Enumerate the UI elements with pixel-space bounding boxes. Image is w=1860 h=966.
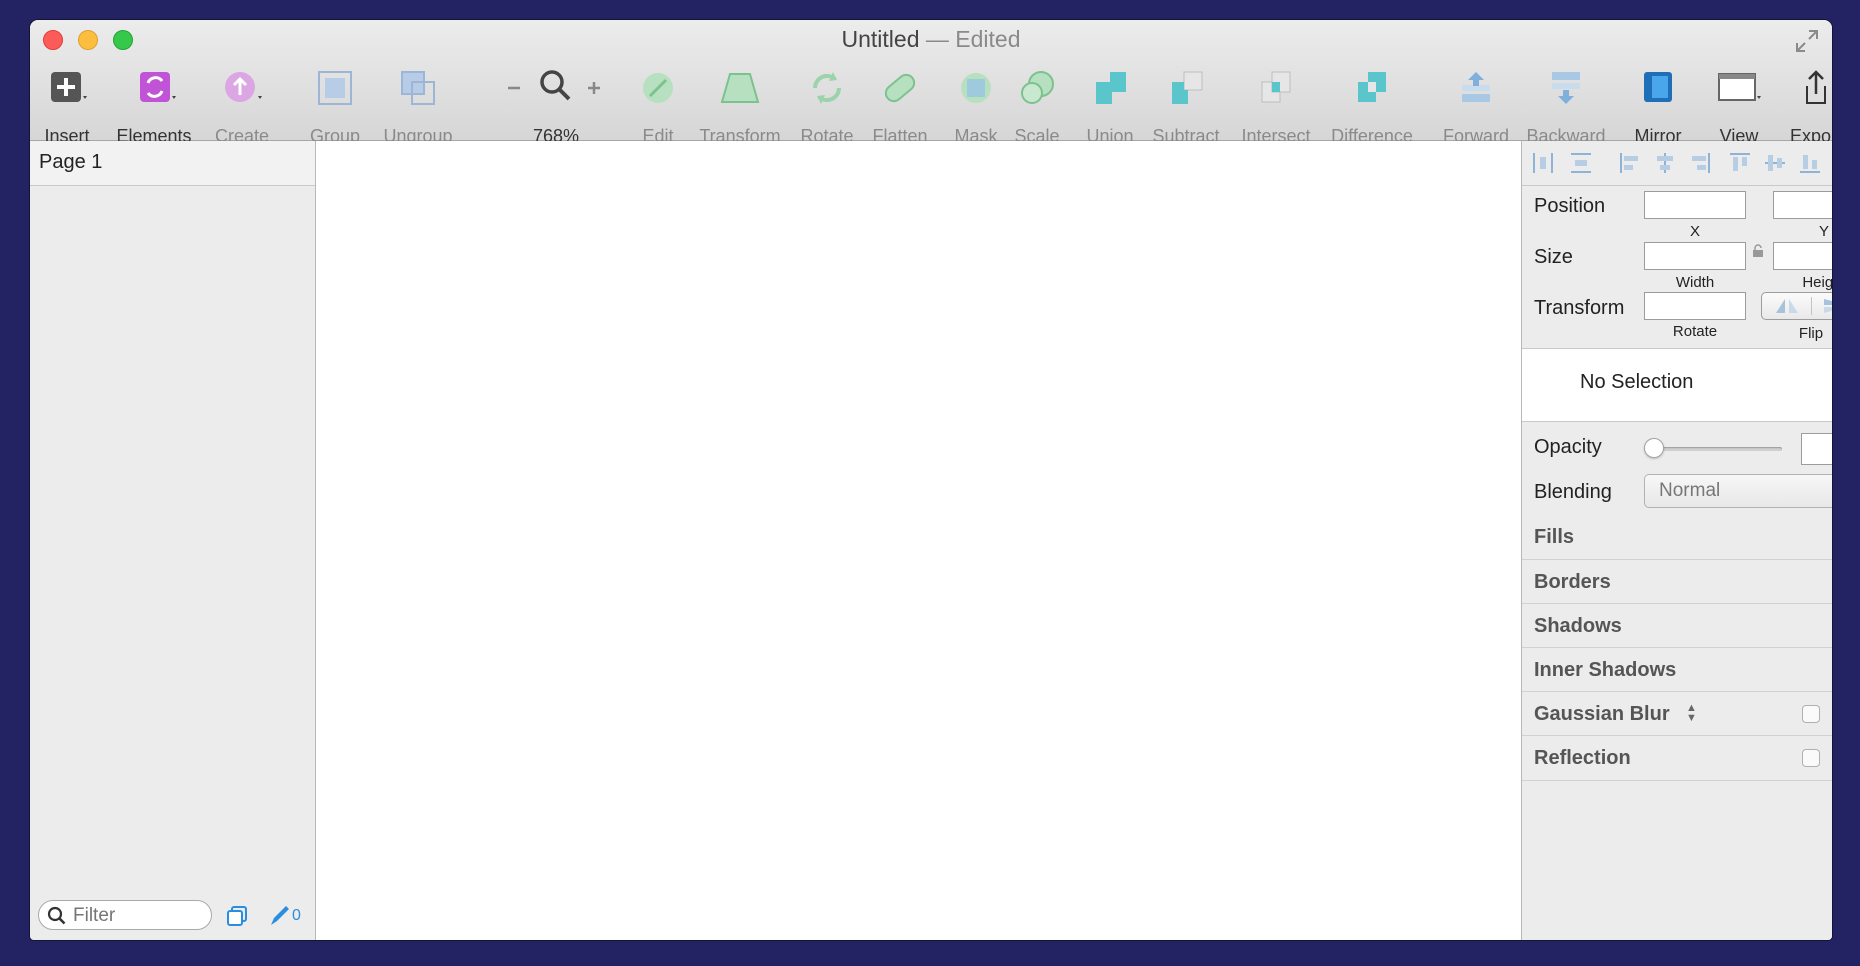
page-item[interactable]: Page 1 bbox=[30, 141, 315, 186]
section-reflection[interactable]: Reflection bbox=[1522, 735, 1832, 781]
opacity-slider-handle[interactable] bbox=[1644, 438, 1664, 458]
rotate-icon bbox=[812, 72, 842, 104]
difference-icon bbox=[1358, 72, 1386, 102]
edited-status: — Edited bbox=[925, 26, 1021, 52]
filter-input[interactable] bbox=[71, 904, 205, 928]
position-y-field[interactable] bbox=[1773, 191, 1832, 219]
zoom-out-icon[interactable] bbox=[506, 80, 522, 96]
transform-icon bbox=[720, 73, 760, 103]
mirror-device-icon bbox=[1644, 72, 1672, 102]
position-x-field[interactable] bbox=[1644, 191, 1746, 219]
section-gaussian-blur[interactable]: Gaussian Blur ▲ ▼ bbox=[1522, 691, 1832, 736]
backward-button[interactable]: Backward bbox=[1526, 66, 1606, 146]
opacity-slider-track[interactable] bbox=[1644, 447, 1782, 451]
align-right-icon[interactable] bbox=[1688, 151, 1712, 175]
create-icon bbox=[225, 72, 262, 102]
app-window: Untitled — Edited Insert Elements Create… bbox=[30, 20, 1832, 940]
width-caption: Width bbox=[1675, 274, 1715, 291]
flip-vertical-icon[interactable] bbox=[1820, 296, 1832, 316]
align-center-horizontal-icon[interactable] bbox=[1653, 151, 1677, 175]
lock-icon[interactable] bbox=[1752, 244, 1764, 258]
mask-icon bbox=[961, 73, 991, 103]
scale-icon bbox=[1021, 71, 1054, 104]
rotate-caption: Rotate bbox=[1672, 323, 1718, 340]
height-field[interactable] bbox=[1773, 242, 1832, 270]
flip-control bbox=[1761, 292, 1832, 320]
transform-label: Transform bbox=[1534, 297, 1625, 319]
blending-select[interactable]: Normal ▲▼ bbox=[1644, 474, 1832, 508]
edit-button[interactable]: Edit bbox=[636, 66, 680, 146]
send-backward-icon bbox=[1552, 72, 1580, 104]
flip-caption: Flip bbox=[1798, 325, 1824, 342]
ungroup-button[interactable]: Ungroup bbox=[383, 66, 453, 146]
view-window-icon bbox=[1718, 73, 1761, 101]
fullscreen-icon[interactable] bbox=[1794, 28, 1820, 54]
y-caption: Y bbox=[1818, 223, 1829, 240]
blending-label: Blending bbox=[1534, 481, 1612, 503]
duplicate-icon[interactable] bbox=[226, 905, 248, 927]
create-button[interactable]: Create bbox=[214, 66, 270, 146]
x-caption: X bbox=[1689, 223, 1700, 240]
forward-button[interactable]: Forward bbox=[1443, 66, 1509, 146]
export-button[interactable]: Export bbox=[1790, 66, 1832, 146]
opacity-field[interactable] bbox=[1801, 433, 1832, 465]
no-selection-area: No Selection bbox=[1522, 348, 1832, 422]
share-export-icon bbox=[1806, 70, 1826, 104]
bring-forward-icon bbox=[1462, 72, 1490, 102]
section-fills[interactable]: Fills bbox=[1522, 515, 1832, 559]
difference-button[interactable]: Difference bbox=[1331, 66, 1413, 146]
flatten-icon bbox=[884, 73, 916, 103]
align-bottom-icon[interactable] bbox=[1798, 151, 1822, 175]
selection-count: 0 bbox=[292, 907, 301, 924]
pages-panel: Page 1 0 bbox=[30, 141, 316, 940]
distribute-vertical-icon[interactable] bbox=[1569, 151, 1593, 175]
search-icon bbox=[47, 906, 66, 925]
edit-icon bbox=[643, 73, 673, 103]
intersect-icon bbox=[1261, 71, 1291, 103]
union-icon bbox=[1096, 72, 1126, 104]
section-shadows[interactable]: Shadows bbox=[1522, 603, 1832, 648]
size-label: Size bbox=[1534, 246, 1573, 268]
blur-type-stepper-icon[interactable]: ▲ ▼ bbox=[1686, 703, 1697, 724]
document-name: Untitled bbox=[841, 26, 920, 52]
toolbar: Untitled — Edited Insert Elements Create… bbox=[30, 20, 1832, 146]
elements-icon bbox=[140, 72, 176, 102]
no-selection-text: No Selection bbox=[1580, 371, 1694, 393]
intersect-button[interactable]: Intersect bbox=[1241, 66, 1311, 146]
align-middle-vertical-icon[interactable] bbox=[1763, 151, 1787, 175]
section-borders[interactable]: Borders bbox=[1522, 559, 1832, 604]
subtract-button[interactable]: Subtract bbox=[1152, 66, 1220, 146]
rotate-field[interactable] bbox=[1644, 292, 1746, 320]
union-button[interactable]: Union bbox=[1086, 66, 1134, 146]
pen-icon[interactable] bbox=[268, 904, 290, 928]
plus-icon bbox=[51, 72, 87, 102]
mirror-button[interactable]: Mirror bbox=[1635, 66, 1682, 146]
reflection-checkbox[interactable] bbox=[1802, 749, 1820, 767]
blending-value: Normal bbox=[1659, 480, 1721, 501]
transform-button[interactable]: Transform bbox=[699, 66, 781, 146]
gaussian-blur-checkbox[interactable] bbox=[1802, 705, 1820, 723]
alignment-toolbar bbox=[1522, 141, 1832, 186]
inspector-panel: Position X Y Size Width Height Transform… bbox=[1521, 141, 1832, 940]
align-left-icon[interactable] bbox=[1618, 151, 1642, 175]
flip-horizontal-icon[interactable] bbox=[1772, 296, 1802, 316]
height-caption: Height bbox=[1802, 274, 1832, 291]
filter-field[interactable] bbox=[38, 900, 212, 930]
zoom-control: 768% bbox=[506, 66, 606, 146]
width-field[interactable] bbox=[1644, 242, 1746, 270]
align-top-icon[interactable] bbox=[1728, 151, 1752, 175]
insert-button[interactable]: Insert bbox=[42, 66, 92, 146]
position-label: Position bbox=[1534, 195, 1606, 217]
window-title: Untitled — Edited bbox=[30, 26, 1832, 53]
magnifier-icon[interactable] bbox=[538, 68, 574, 104]
opacity-label: Opacity bbox=[1534, 436, 1602, 458]
section-inner-shadows[interactable]: Inner Shadows bbox=[1522, 647, 1832, 692]
zoom-in-icon[interactable] bbox=[586, 80, 602, 96]
subtract-icon bbox=[1172, 71, 1203, 104]
ungroup-icon bbox=[401, 71, 435, 105]
group-icon bbox=[318, 71, 352, 105]
distribute-horizontal-icon[interactable] bbox=[1531, 151, 1555, 175]
canvas[interactable] bbox=[316, 141, 1521, 940]
